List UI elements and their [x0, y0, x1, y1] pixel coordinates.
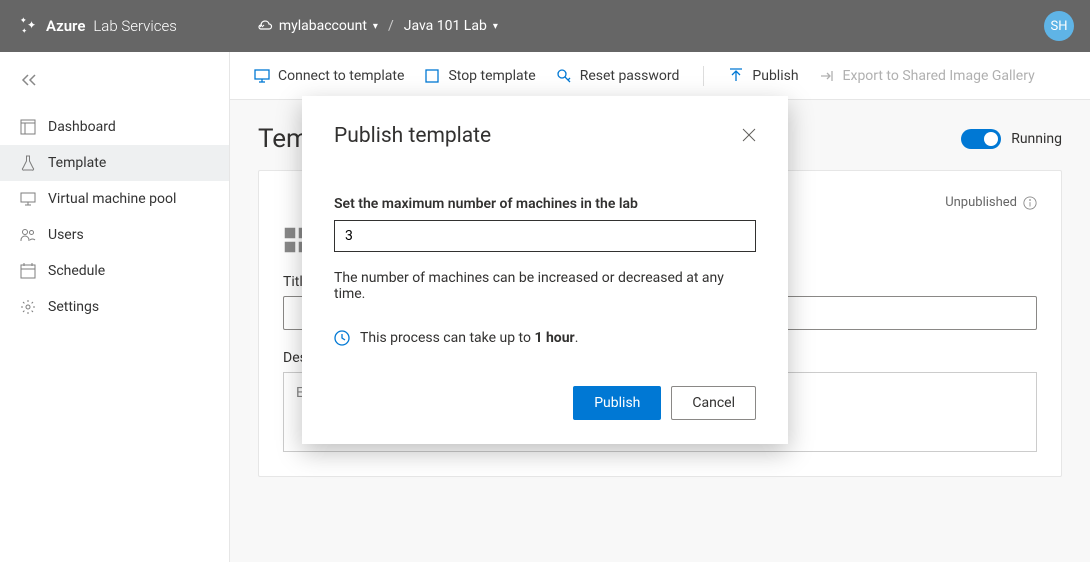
flask-icon — [20, 155, 36, 171]
toolbar-stop-label: Stop template — [448, 68, 535, 84]
azure-labs-logo-icon — [16, 15, 38, 37]
cancel-button[interactable]: Cancel — [671, 386, 756, 420]
toggle-knob — [984, 132, 998, 146]
toolbar-export-label: Export to Shared Image Gallery — [843, 68, 1035, 84]
close-icon — [742, 128, 756, 142]
user-avatar[interactable]: SH — [1044, 11, 1074, 41]
users-icon — [20, 227, 36, 243]
modal-title: Publish template — [334, 124, 491, 148]
info-icon[interactable] — [1023, 196, 1037, 210]
export-icon — [819, 68, 835, 84]
status-area: Running — [961, 129, 1062, 149]
modal-close-button[interactable] — [742, 127, 756, 146]
toolbar-connect-label: Connect to template — [278, 68, 404, 84]
dashboard-icon — [20, 119, 36, 135]
publish-modal: Publish template Set the maximum number … — [302, 96, 788, 444]
chevron-down-icon: ▾ — [373, 21, 378, 32]
upload-icon — [728, 68, 744, 84]
running-label: Running — [1011, 131, 1062, 147]
breadcrumb-lab-label: Java 101 Lab — [404, 18, 487, 34]
sidebar-collapse-button[interactable] — [0, 62, 229, 101]
breadcrumb: mylabaccount ▾ / Java 101 Lab ▾ — [257, 18, 498, 34]
stop-icon — [424, 68, 440, 84]
unpublished-label: Unpublished — [945, 195, 1017, 210]
sidebar-item-dashboard[interactable]: Dashboard — [0, 109, 229, 145]
calendar-icon — [20, 263, 36, 279]
modal-header: Publish template — [334, 124, 756, 148]
breadcrumb-account-label: mylabaccount — [279, 18, 367, 34]
gear-icon — [20, 299, 36, 315]
toolbar-separator — [703, 66, 704, 86]
monitor-icon — [20, 191, 36, 207]
toolbar-stop-button[interactable]: Stop template — [424, 68, 535, 84]
sidebar-item-label: Schedule — [48, 263, 105, 279]
breadcrumb-account[interactable]: mylabaccount ▾ — [257, 18, 378, 34]
sidebar: Dashboard Template Virtual machine pool … — [0, 52, 230, 562]
modal-info-suffix: . — [575, 330, 579, 346]
toolbar-publish-label: Publish — [752, 68, 798, 84]
brand-block: Azure Lab Services — [16, 15, 177, 37]
toolbar-export-button: Export to Shared Image Gallery — [819, 68, 1035, 84]
monitor-connect-icon — [254, 68, 270, 84]
sidebar-item-settings[interactable]: Settings — [0, 289, 229, 325]
modal-note: The number of machines can be increased … — [334, 270, 756, 302]
modal-button-row: Publish Cancel — [334, 386, 756, 420]
sidebar-item-vmpool[interactable]: Virtual machine pool — [0, 181, 229, 217]
modal-info-row: This process can take up to 1 hour. — [334, 330, 756, 346]
breadcrumb-lab[interactable]: Java 101 Lab ▾ — [404, 18, 498, 34]
sidebar-item-label: Dashboard — [48, 119, 116, 135]
modal-info-prefix: This process can take up to — [360, 330, 534, 346]
toolbar-reset-label: Reset password — [580, 68, 680, 84]
clock-icon — [334, 330, 350, 346]
cloud-icon — [257, 18, 273, 34]
sidebar-item-schedule[interactable]: Schedule — [0, 253, 229, 289]
modal-info-text: This process can take up to 1 hour. — [360, 330, 578, 346]
toolbar-connect-button[interactable]: Connect to template — [254, 68, 404, 84]
chevron-down-icon: ▾ — [493, 21, 498, 32]
sidebar-item-label: Template — [48, 155, 106, 171]
sidebar-item-users[interactable]: Users — [0, 217, 229, 253]
toolbar-reset-button[interactable]: Reset password — [556, 68, 680, 84]
modal-info-bold: 1 hour — [534, 330, 574, 346]
running-toggle[interactable] — [961, 129, 1001, 149]
max-machines-label: Set the maximum number of machines in th… — [334, 196, 756, 212]
top-header: Azure Lab Services mylabaccount ▾ / Java… — [0, 0, 1090, 52]
sidebar-item-template[interactable]: Template — [0, 145, 229, 181]
sidebar-item-label: Users — [48, 227, 84, 243]
sidebar-item-label: Virtual machine pool — [48, 191, 176, 207]
sidebar-item-label: Settings — [48, 299, 99, 315]
max-machines-input[interactable] — [334, 220, 756, 252]
toolbar: Connect to template Stop template Reset … — [230, 52, 1090, 100]
publish-button[interactable]: Publish — [573, 386, 661, 420]
toolbar-publish-button[interactable]: Publish — [728, 68, 798, 84]
chevrons-left-icon — [20, 73, 38, 87]
key-icon — [556, 68, 572, 84]
breadcrumb-separator: / — [388, 18, 394, 34]
brand-light: Lab Services — [93, 17, 176, 35]
brand-strong: Azure — [46, 17, 85, 35]
